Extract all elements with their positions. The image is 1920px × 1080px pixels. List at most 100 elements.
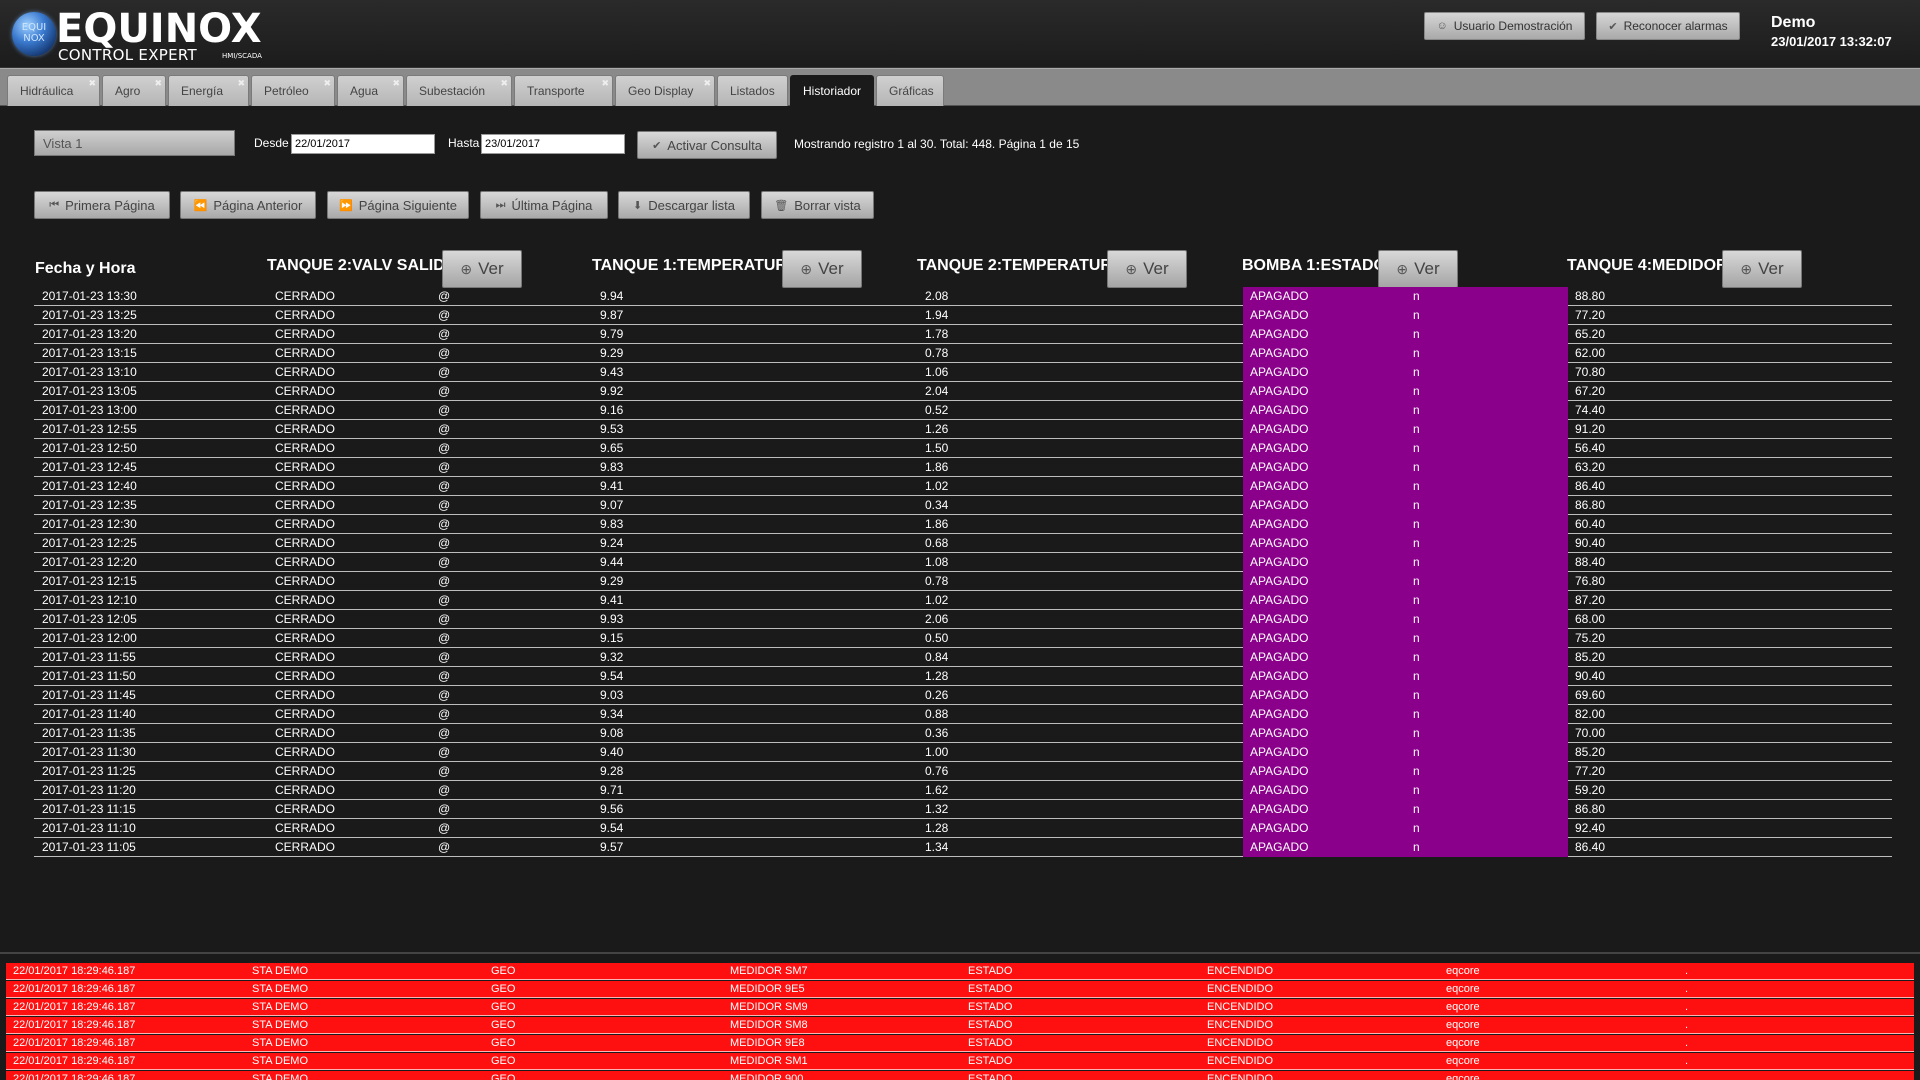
close-icon[interactable]: ✖	[323, 78, 331, 89]
tab-hidraulica[interactable]: Hidráulica ✖	[7, 75, 100, 106]
download-icon: ⬇	[633, 199, 643, 212]
history-table: 2017-01-23 13:30 CERRADO @9.94 2.08 APAGADO n…	[34, 287, 1892, 857]
alarm-row[interactable]: 22/01/2017 18:29:46.187 STA DEMO GEO MEDIDO…	[6, 1071, 1914, 1080]
cell-bomba1-estado: APAGADO	[1250, 593, 1309, 607]
table-row: 2017-01-23 11:55 CERRADO @9.32 0.84 APAGADO n…	[34, 648, 1892, 667]
alarm-attribute: ESTADO	[968, 1001, 1013, 1013]
cell-bomba1-estado: APAGADO	[1250, 783, 1309, 797]
cell-tanque2-temperatura: 2.04	[925, 384, 949, 398]
close-icon[interactable]: ✖	[601, 78, 609, 89]
cell-valv-salida-flag: @	[438, 631, 451, 645]
alarm-attribute: ESTADO	[968, 1073, 1013, 1080]
ver-button-tanque1-temperatura[interactable]: ⊕ Ver	[782, 250, 862, 288]
cell-datetime: 2017-01-23 12:20	[42, 555, 137, 569]
tab-energia[interactable]: Energía ✖	[168, 75, 249, 106]
cell-tanque4-medidor: 77.20	[1575, 308, 1606, 322]
cell-datetime: 2017-01-23 11:40	[42, 707, 136, 721]
table-row: 2017-01-23 12:20 CERRADO @9.44 1.08 APAGADO n…	[34, 553, 1892, 572]
ver-button-tanque2-valv-salida[interactable]: ⊕ Ver	[442, 250, 522, 288]
tab-geo-display[interactable]: Geo Display ✖	[615, 75, 715, 106]
close-icon[interactable]: ✖	[703, 78, 711, 89]
ver-button-tanque2-temperatura[interactable]: ⊕ Ver	[1107, 250, 1187, 288]
cell-valv-salida-flag: @	[438, 821, 451, 835]
tab-historiador[interactable]: Historiador	[790, 75, 874, 106]
cell-datetime: 2017-01-23 12:55	[42, 422, 137, 436]
cell-bomba1-estado-flag: n	[1413, 593, 1420, 607]
cell-datetime: 2017-01-23 12:05	[42, 612, 137, 626]
first-page-button[interactable]: ⏮ Primera Página	[34, 191, 170, 219]
table-row: 2017-01-23 11:40 CERRADO @9.34 0.88 APAGADO n…	[34, 705, 1892, 724]
ver-button-bomba1-estado[interactable]: ⊕ Ver	[1378, 250, 1458, 288]
tab-subestacion[interactable]: Subestación ✖	[406, 75, 512, 106]
activate-query-label: Activar Consulta	[667, 137, 762, 153]
alarm-row[interactable]: 22/01/2017 18:29:46.187 STA DEMO GEO MEDIDO…	[6, 1017, 1914, 1034]
cell-tanque4-medidor: 90.40	[1575, 669, 1606, 683]
close-icon[interactable]: ✖	[392, 78, 400, 89]
cell-datetime: 2017-01-23 11:55	[42, 650, 136, 664]
cell-bomba1-estado-flag: n	[1413, 479, 1420, 493]
tab-graficas[interactable]: Gráficas	[876, 75, 944, 106]
alarm-extra: .	[1685, 1055, 1689, 1067]
alarm-time: 22/01/2017 18:29:46.187	[13, 1055, 136, 1067]
plus-circle-icon: ⊕	[1125, 260, 1138, 277]
last-page-button[interactable]: ⏭ Última Página	[480, 191, 608, 219]
cell-tanque4-medidor: 85.20	[1575, 745, 1606, 759]
cell-bomba1-estado-flag: n	[1413, 574, 1420, 588]
close-icon[interactable]: ✖	[154, 78, 162, 89]
cell-valv-salida-flag: @	[438, 289, 451, 303]
cell-tanque4-medidor: 85.20	[1575, 650, 1606, 664]
alarm-row[interactable]: 22/01/2017 18:29:46.187 STA DEMO GEO MEDIDO…	[6, 1035, 1914, 1052]
tab-listados[interactable]: Listados	[717, 75, 788, 106]
cell-datetime: 2017-01-23 13:15	[42, 346, 137, 360]
alarm-attribute: ESTADO	[968, 983, 1013, 995]
cell-tanque1-temperatura: 9.41	[600, 479, 624, 493]
alarm-value: ENCENDIDO	[1207, 965, 1274, 977]
cell-valv-salida-flag: @	[438, 669, 451, 683]
delete-view-button[interactable]: 🗑 Borrar vista	[761, 191, 874, 219]
cell-valv-salida: CERRADO	[275, 593, 336, 607]
tab-transporte[interactable]: Transporte ✖	[514, 75, 613, 106]
cell-tanque4-medidor: 65.20	[1575, 327, 1606, 341]
user-demo-button[interactable]: ☺ Usuario Demostración	[1424, 12, 1585, 40]
cell-tanque4-medidor: 91.20	[1575, 422, 1606, 436]
cell-bomba1-estado-flag: n	[1413, 840, 1420, 854]
close-icon[interactable]: ✖	[237, 78, 245, 89]
tab-agua[interactable]: Agua ✖	[337, 75, 404, 106]
cell-tanque4-medidor: 90.40	[1575, 536, 1606, 550]
acknowledge-alarms-button[interactable]: ✔ Reconocer alarmas	[1596, 12, 1740, 40]
cell-tanque1-temperatura: 9.43	[600, 365, 624, 379]
alarm-row[interactable]: 22/01/2017 18:29:46.187 STA DEMO GEO MEDIDO…	[6, 1053, 1914, 1070]
cell-tanque1-temperatura: 9.15	[600, 631, 624, 645]
cell-tanque4-medidor: 59.20	[1575, 783, 1606, 797]
hasta-input[interactable]: 23/01/2017	[481, 134, 625, 154]
alarm-time: 22/01/2017 18:29:46.187	[13, 983, 136, 995]
tab-petroleo[interactable]: Petróleo ✖	[251, 75, 335, 106]
column-header-tanque4-medidor: TANQUE 4:MEDIDOR	[1567, 257, 1728, 274]
alarm-row[interactable]: 22/01/2017 18:29:46.187 STA DEMO GEO MEDIDO…	[6, 999, 1914, 1016]
cell-tanque4-medidor: 86.80	[1575, 802, 1606, 816]
cell-valv-salida-flag: @	[438, 346, 451, 360]
user-name: Demo	[1771, 14, 1816, 31]
next-page-button[interactable]: ⏩ Página Siguiente	[327, 191, 469, 219]
cell-tanque1-temperatura: 9.54	[600, 669, 624, 683]
cell-tanque2-temperatura: 0.78	[925, 574, 949, 588]
previous-page-button[interactable]: ⏪ Página Anterior	[180, 191, 316, 219]
close-icon[interactable]: ✖	[88, 78, 96, 89]
desde-input[interactable]: 22/01/2017	[291, 134, 435, 154]
download-list-button[interactable]: ⬇ Descargar lista	[618, 191, 750, 219]
close-icon[interactable]: ✖	[500, 78, 508, 89]
cell-bomba1-estado-flag: n	[1413, 441, 1420, 455]
activate-query-button[interactable]: ✔ Activar Consulta	[637, 131, 777, 159]
alarm-row[interactable]: 22/01/2017 18:29:46.187 STA DEMO GEO MEDIDO…	[6, 963, 1914, 980]
vista-select[interactable]: Vista 1	[34, 130, 235, 156]
tab-agro[interactable]: Agro ✖	[102, 75, 166, 106]
cell-valv-salida-flag: @	[438, 593, 451, 607]
alarm-row[interactable]: 22/01/2017 18:29:46.187 STA DEMO GEO MEDIDO…	[6, 981, 1914, 998]
previous-page-label: Página Anterior	[213, 197, 303, 213]
ver-button-tanque4-medidor[interactable]: ⊕ Ver	[1722, 250, 1802, 288]
cell-bomba1-estado: APAGADO	[1250, 669, 1309, 683]
tab-label: Agro	[115, 84, 141, 98]
cell-tanque4-medidor: 92.40	[1575, 821, 1606, 835]
table-row: 2017-01-23 11:25 CERRADO @9.28 0.76 APAGADO n…	[34, 762, 1892, 781]
table-row: 2017-01-23 12:40 CERRADO @9.41 1.02 APAGADO n…	[34, 477, 1892, 496]
